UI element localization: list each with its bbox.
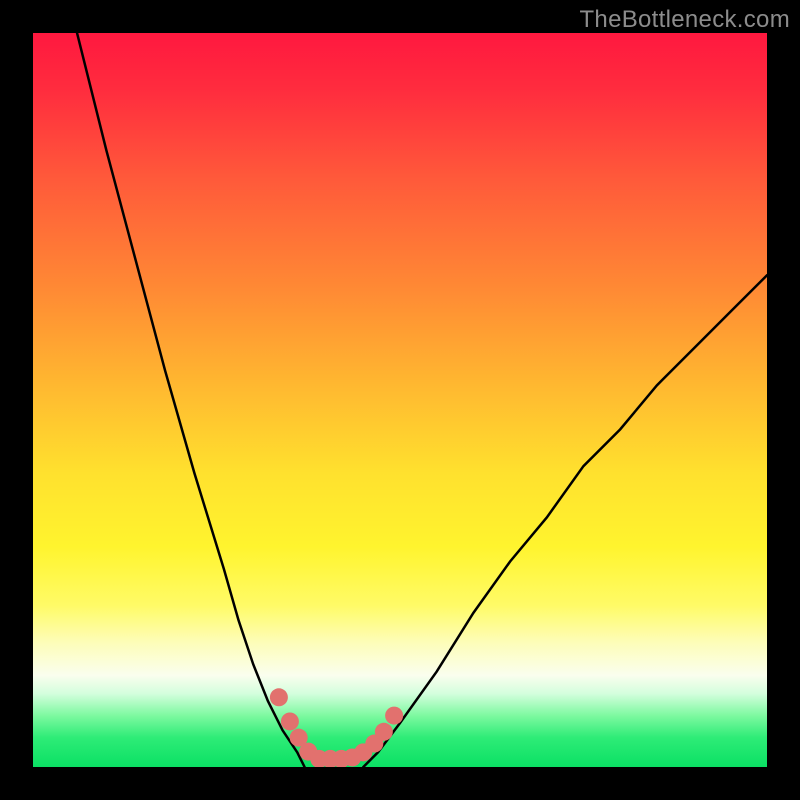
marker-dot [375, 723, 393, 741]
plot-svg [33, 33, 767, 767]
marker-dot [270, 688, 288, 706]
chart-frame: TheBottleneck.com [0, 0, 800, 800]
marker-dot [281, 712, 299, 730]
curve-right [363, 275, 767, 767]
plot-area [33, 33, 767, 767]
watermark-text: TheBottleneck.com [579, 6, 790, 34]
curve-left [77, 33, 305, 767]
marker-dot [385, 707, 403, 725]
